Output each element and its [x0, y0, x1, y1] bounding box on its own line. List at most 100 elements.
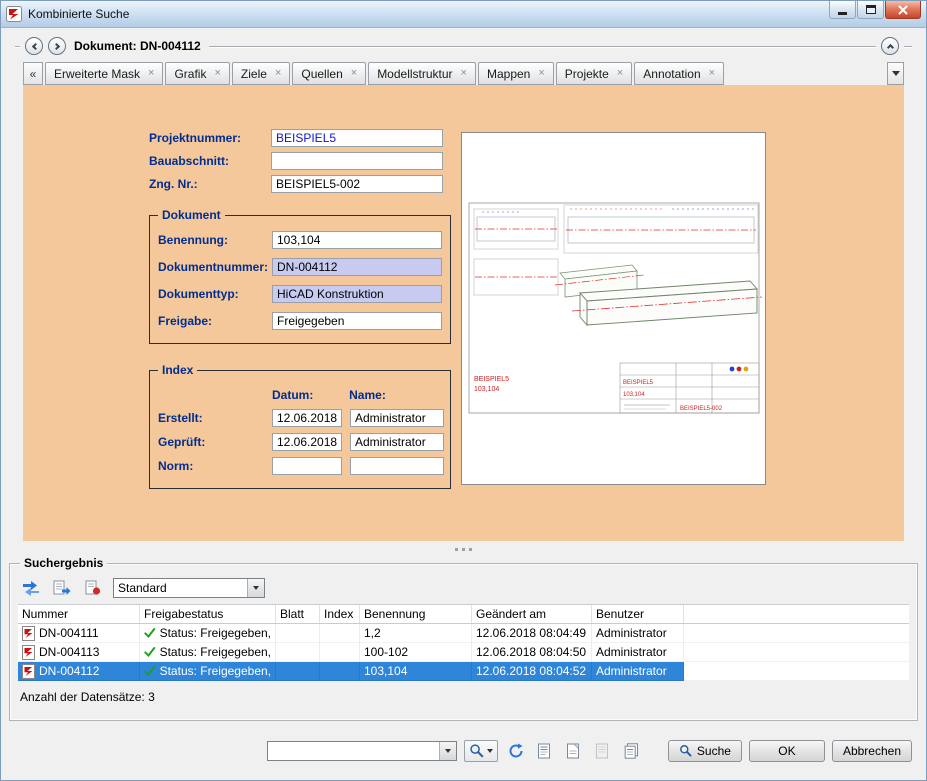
close-button[interactable]: [885, 1, 921, 19]
tab-scroll-left-button[interactable]: «: [23, 62, 43, 85]
suche-button[interactable]: Suche: [668, 740, 742, 762]
splitter-dot: [462, 548, 465, 551]
chevron-down-icon: [487, 749, 493, 753]
name-header: Name:: [349, 388, 442, 402]
tab-close-icon[interactable]: ×: [214, 68, 220, 79]
copy-document-button[interactable]: [621, 741, 643, 761]
report-icon: [84, 580, 102, 596]
column-header-benutzer[interactable]: Benutzer: [592, 605, 684, 623]
window-title: Kombinierte Suche: [28, 7, 129, 21]
dokumenttyp-field[interactable]: [272, 285, 442, 303]
table-row[interactable]: DN-004111 Status: Freigegeben, 1,2 12.06…: [18, 624, 909, 643]
table-row-selected[interactable]: DN-004112 Status: Freigegeben, 103,104 1…: [18, 662, 909, 681]
splitter-dot: [469, 548, 472, 551]
tab-close-icon[interactable]: ×: [538, 68, 544, 79]
geprueft-datum-field[interactable]: [272, 433, 342, 451]
export-result-button[interactable]: [51, 578, 73, 598]
minimize-button[interactable]: [829, 1, 856, 19]
combo-dropdown-button[interactable]: [247, 579, 264, 597]
dokumentnummer-field[interactable]: [272, 258, 442, 276]
collapse-button[interactable]: [881, 37, 899, 55]
combo-dropdown-button[interactable]: [439, 742, 456, 760]
tab-ziele[interactable]: Ziele ×: [232, 62, 290, 85]
projektnummer-field[interactable]: [271, 129, 443, 147]
quick-search-combo[interactable]: [267, 741, 457, 761]
geprueft-name-field[interactable]: [350, 433, 444, 451]
tab-grafik[interactable]: Grafik ×: [165, 62, 229, 85]
erstellt-name-field[interactable]: [350, 409, 444, 427]
column-header-benennung[interactable]: Benennung: [360, 605, 472, 623]
projektnummer-label: Projektnummer:: [149, 131, 271, 145]
tab-close-icon[interactable]: ×: [351, 68, 357, 79]
open-document-button[interactable]: [534, 741, 556, 761]
table-row[interactable]: DN-004113 Status: Freigegeben, 100-102 1…: [18, 643, 909, 662]
tab-close-icon[interactable]: ×: [709, 68, 715, 79]
tab-projekte[interactable]: Projekte ×: [556, 62, 632, 85]
dokumenttyp-label: Dokumenttyp:: [158, 287, 272, 301]
zng-nr-field[interactable]: [271, 175, 443, 193]
result-view-value: Standard: [114, 581, 247, 595]
cell-geaendert-am: 12.06.2018 08:04:49: [476, 626, 586, 640]
suche-button-label: Suche: [697, 744, 731, 758]
splitter-handle[interactable]: [1, 541, 926, 557]
drawing-preview-image: BEISPIEL5 103,104 BEISPIEL5 103,104 BEI: [462, 133, 765, 484]
divider: [209, 46, 876, 47]
nav-forward-button[interactable]: [48, 37, 66, 55]
chevron-left-icon: [31, 42, 38, 49]
column-header-filler: [684, 605, 909, 623]
suchergebnis-label: Suchergebnis: [20, 556, 107, 570]
bauabschnitt-field[interactable]: [271, 152, 443, 170]
check-icon: [144, 646, 156, 658]
freigabe-field[interactable]: [272, 312, 442, 330]
result-view-combo[interactable]: Standard: [113, 578, 265, 598]
document-icon: [22, 664, 35, 679]
tab-quellen[interactable]: Quellen ×: [292, 62, 366, 85]
norm-datum-field[interactable]: [272, 457, 342, 475]
tab-label: Grafik: [174, 67, 206, 81]
app-icon: [6, 6, 22, 22]
svg-text:BEISPIEL5: BEISPIEL5: [623, 380, 654, 386]
tab-annotation[interactable]: Annotation ×: [634, 62, 724, 85]
tab-modellstruktur[interactable]: Modellstruktur ×: [368, 62, 476, 85]
freigabe-label: Freigabe:: [158, 314, 272, 328]
erstellt-datum-field[interactable]: [272, 409, 342, 427]
tab-label: Modellstruktur: [377, 67, 452, 81]
column-header-freigabestatus[interactable]: Freigabestatus: [140, 605, 276, 623]
cell-freigabestatus: Status: Freigegeben,: [160, 664, 271, 678]
tab-mappen[interactable]: Mappen ×: [478, 62, 554, 85]
benennung-field[interactable]: [272, 231, 442, 249]
tab-close-icon[interactable]: ×: [461, 68, 467, 79]
results-toolbar: Standard: [20, 577, 907, 599]
check-icon: [144, 627, 156, 639]
column-header-geaendert-am[interactable]: Geändert am: [472, 605, 592, 623]
cell-freigabestatus: Status: Freigegeben,: [160, 645, 271, 659]
column-header-nummer[interactable]: Nummer: [18, 605, 140, 623]
tab-overflow-button[interactable]: [887, 62, 904, 85]
chevron-down-icon: [892, 71, 900, 76]
abbrechen-button[interactable]: Abbrechen: [832, 740, 912, 762]
tab-close-icon[interactable]: ×: [275, 68, 281, 79]
refresh-button[interactable]: [505, 741, 527, 761]
new-document-button[interactable]: [563, 741, 585, 761]
tab-close-icon[interactable]: ×: [617, 68, 623, 79]
refresh-results-button[interactable]: [20, 578, 42, 598]
column-header-index[interactable]: Index: [320, 605, 360, 623]
nav-back-button[interactable]: [25, 37, 43, 55]
chevron-right-icon: [52, 42, 59, 49]
kombinierte-suche-window: Kombinierte Suche Dokument: DN-004112 « …: [0, 0, 927, 781]
norm-name-field[interactable]: [350, 457, 444, 475]
cell-benennung: 103,104: [364, 664, 407, 678]
document-icon: [22, 626, 35, 641]
cell-nummer: DN-004111: [39, 626, 99, 640]
record-count: Anzahl der Datensätze: 3: [20, 690, 907, 704]
tab-close-icon[interactable]: ×: [148, 68, 154, 79]
document-copy-icon: [624, 743, 639, 759]
chevron-up-icon: [886, 44, 893, 51]
ok-button[interactable]: OK: [749, 740, 825, 762]
column-header-blatt[interactable]: Blatt: [276, 605, 320, 623]
tab-erweiterte-mask[interactable]: Erweiterte Mask ×: [45, 62, 163, 85]
search-options-button[interactable]: [464, 740, 498, 762]
document-list-icon: [537, 743, 552, 759]
maximize-button[interactable]: [857, 1, 884, 19]
report-button[interactable]: [82, 578, 104, 598]
